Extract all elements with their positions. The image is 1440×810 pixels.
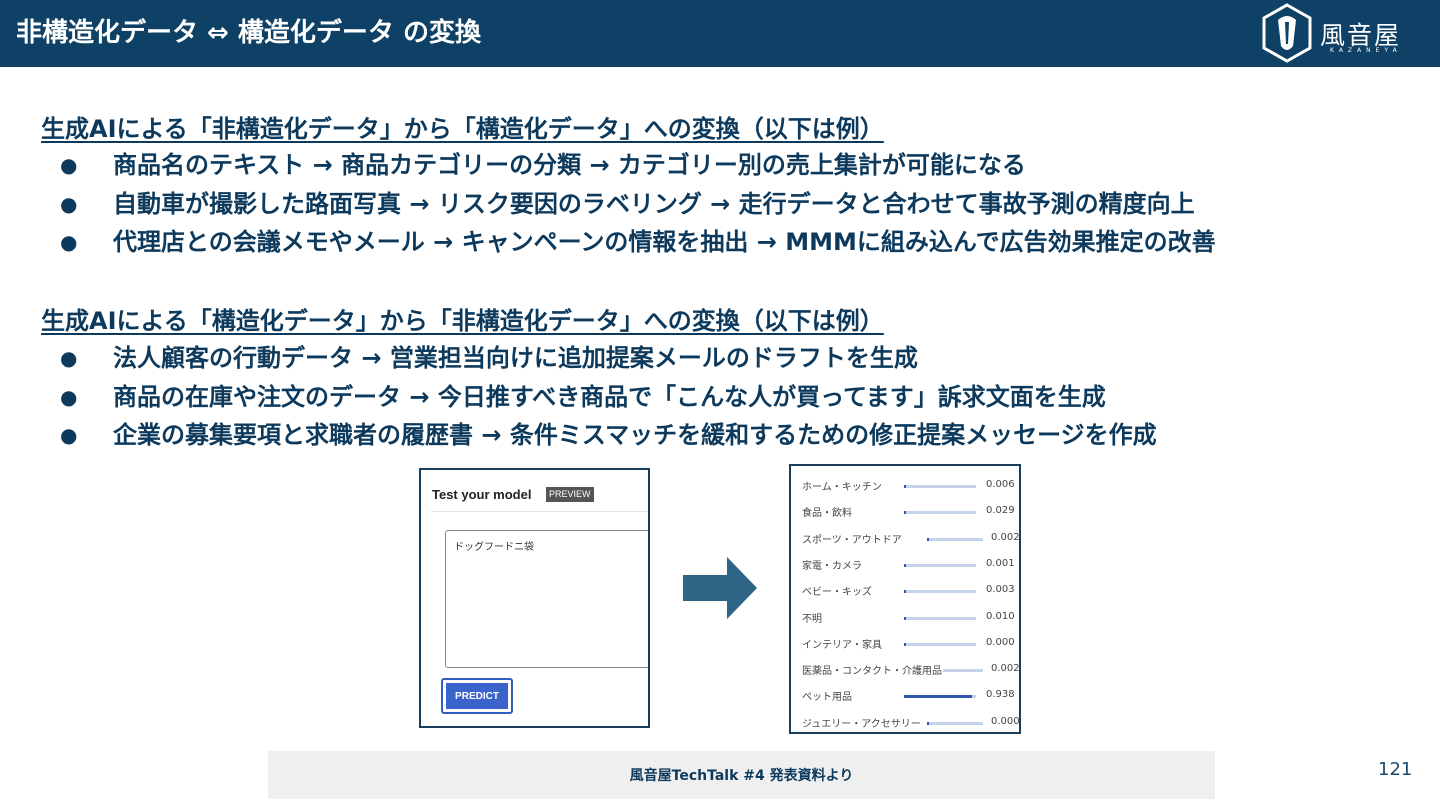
section-heading-structured-to-unstructured: 生成AIによる「構造化データ」から「非構造化データ」への変換（以下は例） — [41, 307, 884, 335]
prediction-bar-track — [904, 511, 976, 515]
prediction-label: 医薬品・コンタクト・介護用品 — [802, 662, 943, 678]
prediction-label: インテリア・家具 — [802, 635, 883, 651]
prediction-row: 食品・飲料 0.029 — [791, 498, 1019, 524]
prediction-label: 食品・飲料 — [802, 504, 853, 520]
prediction-bar-fill — [904, 590, 906, 594]
prediction-bar-fill — [904, 485, 906, 488]
prediction-label: スポーツ・アウトドア — [802, 530, 903, 546]
prediction-bar-fill — [904, 563, 906, 567]
prediction-row: 医薬品・コンタクト・介護用品 0.002 — [791, 656, 1020, 682]
logo-subtext: KAZANEYA — [1330, 47, 1402, 54]
bullet-text: 商品名のテキスト → 商品カテゴリーの分類 → カテゴリー別の売上集計が可能にな… — [113, 151, 1026, 179]
slide-title: 非構造化データ ⇔ 構造化データ の変換 — [16, 18, 481, 48]
page-number: 121 — [1378, 759, 1413, 780]
bullet-text: 代理店との会議メモやメール → キャンペーンの情報を抽出 → MMMに組み込んで… — [113, 228, 1216, 256]
bullet-dot: ● — [60, 384, 78, 409]
prediction-score: 0.000 — [991, 715, 1020, 727]
prediction-bar-track — [904, 485, 976, 488]
kazaneya-logo-icon — [1262, 3, 1312, 63]
prediction-bar-track — [927, 537, 983, 541]
prediction-score: 0.938 — [986, 689, 1015, 701]
kazaneya-logo: 風音屋 KAZANEYA — [1258, 2, 1428, 64]
predict-button[interactable]: PREDICT — [446, 683, 508, 709]
prediction-bar-fill — [904, 511, 907, 515]
prediction-score: 0.002 — [991, 531, 1020, 543]
prediction-row: インテリア・家具 0.000 — [791, 630, 1019, 656]
predict-button-focus-ring: PREDICT — [441, 678, 513, 714]
prediction-bar-track — [927, 721, 983, 725]
prediction-score: 0.010 — [986, 610, 1015, 622]
prediction-score: 0.003 — [986, 584, 1015, 596]
test-model-title: Test your model — [432, 487, 532, 502]
bullet-dot: ● — [60, 346, 78, 370]
prediction-bar-fill — [904, 642, 906, 646]
model-input-value: ドッグフードニ袋 — [454, 542, 534, 553]
header-bar: 非構造化データ ⇔ 構造化データ の変換 風音屋 KAZANEYA — [0, 0, 1440, 67]
prediction-bar-track — [904, 695, 976, 699]
prediction-bar-fill — [927, 721, 929, 725]
prediction-bar-fill — [904, 695, 972, 699]
prediction-bar-track — [904, 642, 976, 646]
prediction-bar-fill — [904, 616, 906, 620]
bullet-text: 法人顧客の行動データ → 営業担当向けに追加提案メールのドラフトを生成 — [113, 344, 918, 372]
prediction-bar-fill — [927, 537, 929, 541]
prediction-row: ジュエリー・アクセサリー 0.000 — [791, 709, 1020, 732]
bullet-text: 自動車が撮影した路面写真 → リスク要因のラベリング → 走行データと合わせて事… — [113, 189, 1195, 218]
panel-divider — [431, 511, 648, 512]
prediction-row: 不明 0.010 — [791, 604, 1019, 630]
preview-badge: PREVIEW — [546, 487, 594, 502]
prediction-score: 0.006 — [986, 479, 1015, 490]
prediction-label: ペット用品 — [802, 688, 853, 704]
footer-caption: 風音屋TechTalk #4 発表資料より — [629, 768, 854, 784]
bullet-text: 商品の在庫や注文のデータ → 今日推すべき商品で「こんな人が買ってます」訴求文面… — [113, 382, 1106, 411]
right-arrow-icon — [683, 557, 757, 619]
prediction-score: 0.000 — [986, 636, 1015, 648]
prediction-bar-track — [904, 590, 976, 594]
test-model-panel: Test your model PREVIEW ドッグフードニ袋 PREDICT — [419, 468, 650, 728]
bullet-dot: ● — [60, 423, 78, 447]
prediction-score: 0.001 — [986, 557, 1015, 569]
prediction-row: ホーム・キッチン 0.006 — [791, 472, 1019, 498]
prediction-score: 0.002 — [991, 663, 1020, 675]
prediction-label: ホーム・キッチン — [802, 478, 883, 493]
prediction-bar-track — [904, 616, 976, 620]
model-input-textarea[interactable]: ドッグフードニ袋 — [445, 530, 648, 668]
prediction-score: 0.029 — [986, 505, 1015, 517]
prediction-label: 家電・カメラ — [802, 556, 863, 572]
bullet-text: 企業の募集要項と求職者の履歴書 → 条件ミスマッチを緩和するための修正提案メッセ… — [113, 421, 1157, 449]
bullet-dot: ● — [60, 230, 78, 254]
prediction-label: 不明 — [802, 609, 823, 625]
prediction-row: ペット用品 0.938 — [791, 682, 1019, 708]
prediction-row: ベビー・キッズ 0.003 — [791, 577, 1019, 603]
bullet-dot: ● — [60, 153, 78, 177]
prediction-results-panel: ホーム・キッチン 0.006 食品・飲料 0.029 スポーツ・アウトドア 0.002 家電… — [789, 464, 1021, 734]
prediction-row: スポーツ・アウトドア 0.002 — [791, 525, 1020, 551]
prediction-row: 家電・カメラ 0.001 — [791, 551, 1019, 577]
prediction-bar-track — [904, 563, 976, 567]
bullet-dot: ● — [60, 191, 78, 216]
prediction-label: ベビー・キッズ — [802, 583, 873, 599]
footer-caption-box: 風音屋TechTalk #4 発表資料より — [268, 751, 1215, 799]
section-heading-unstructured-to-structured: 生成AIによる「非構造化データ」から「構造化データ」への変換（以下は例） — [41, 115, 884, 143]
prediction-label: ジュエリー・アクセサリー — [802, 714, 922, 730]
